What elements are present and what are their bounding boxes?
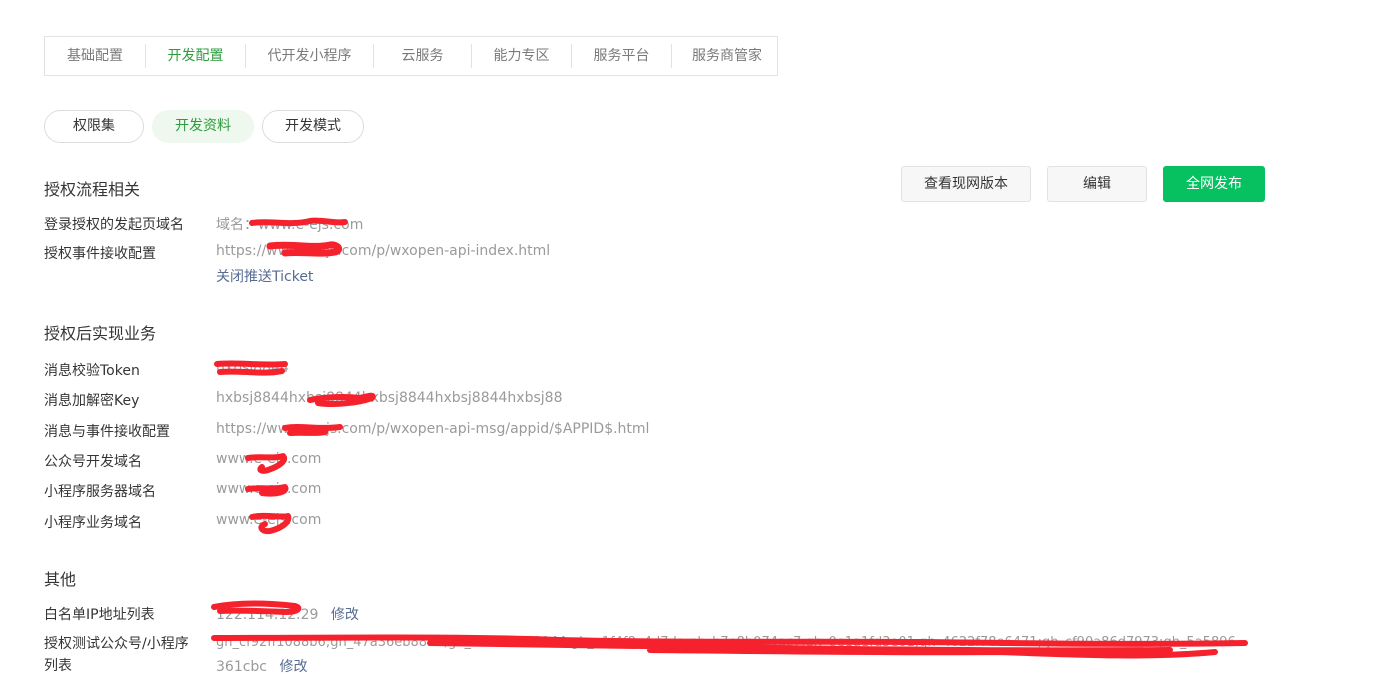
whitelist-modify-link[interactable]: 修改 xyxy=(331,607,359,623)
mp-domain-label: 公众号开发域名 xyxy=(44,454,142,470)
mp-domain-value: www.e-ejs.com xyxy=(216,451,322,467)
tab-capability-zone[interactable]: 能力专区 xyxy=(472,44,572,68)
msg-event-config-value: https://www.e-ejs.com/p/wxopen-api-msg/a… xyxy=(216,421,650,437)
tab-service-platform[interactable]: 服务平台 xyxy=(572,44,672,68)
dev-config-page: 基础配置 开发配置 代开发小程序 云服务 能力专区 服务平台 服务商管家 权限集… xyxy=(0,0,1385,680)
top-tab-bar: 基础配置 开发配置 代开发小程序 云服务 能力专区 服务平台 服务商管家 xyxy=(44,36,778,76)
ip-whitelist-label: 白名单IP地址列表 xyxy=(44,607,155,623)
edit-button[interactable]: 编辑 xyxy=(1047,166,1147,202)
tab-dev-miniprogram[interactable]: 代开发小程序 xyxy=(246,44,374,68)
test-accounts-modify-link[interactable]: 修改 xyxy=(279,659,307,675)
tab-service-manager[interactable]: 服务商管家 xyxy=(672,44,782,68)
encrypt-key-label: 消息加解密Key xyxy=(44,393,140,409)
msg-event-config-label: 消息与事件接收配置 xyxy=(44,424,170,440)
section-title-post-auth: 授权后实现业务 xyxy=(44,324,157,343)
section-title-other: 其他 xyxy=(44,570,77,589)
login-domain-label: 登录授权的发起页域名 xyxy=(44,217,184,233)
pill-dev-mode[interactable]: 开发模式 xyxy=(262,110,364,143)
mini-biz-domain-label: 小程序业务域名 xyxy=(44,515,142,531)
ip-whitelist-row: 122.114.12.29 修改 xyxy=(216,604,359,624)
login-domain-value: 域名：www.e-ejs.com xyxy=(216,217,364,233)
pill-dev-info[interactable]: 开发资料 xyxy=(152,110,254,143)
mini-server-domain-label: 小程序服务器域名 xyxy=(44,484,156,500)
sub-tab-pills: 权限集 开发资料 开发模式 xyxy=(44,110,372,143)
publish-button[interactable]: 全网发布 xyxy=(1163,166,1265,202)
test-accounts-line1: gh_cf92ff1088b6;gh_47a36eb8853;gh_6d33f1… xyxy=(216,635,1236,650)
token-label: 消息校验Token xyxy=(44,363,140,379)
test-accounts-line2: 361cbc xyxy=(216,659,268,675)
test-accounts-row2: 361cbc 修改 xyxy=(216,656,307,676)
tab-cloud-service[interactable]: 云服务 xyxy=(374,44,472,68)
tab-dev-config[interactable]: 开发配置 xyxy=(146,44,246,68)
mini-biz-domain-value: www.e-ejs.com xyxy=(216,512,322,528)
auth-event-config-value: https://www.e-ejs.com/p/wxopen-api-index… xyxy=(216,243,551,259)
view-live-version-button[interactable]: 查看现网版本 xyxy=(901,166,1031,202)
test-accounts-label: 授权测试公众号/小程序列表 xyxy=(44,636,189,674)
encrypt-key-value: hxbsj8844hxbsj8844hxbsj8844hxbsj8844hxbs… xyxy=(216,390,563,406)
auth-event-config-label: 授权事件接收配置 xyxy=(44,246,156,262)
mini-server-domain-value: www.e-ejs.com xyxy=(216,481,322,497)
pill-permissions[interactable]: 权限集 xyxy=(44,110,144,143)
tab-basic-config[interactable]: 基础配置 xyxy=(45,44,146,68)
ip-whitelist-value: 122.114.12.29 xyxy=(216,607,319,623)
redaction-overlay xyxy=(211,217,1248,659)
section-title-auth-flow: 授权流程相关 xyxy=(44,180,141,199)
token-value: hxbsj8844 xyxy=(216,360,289,376)
close-ticket-link[interactable]: 关闭推送Ticket xyxy=(216,266,313,286)
